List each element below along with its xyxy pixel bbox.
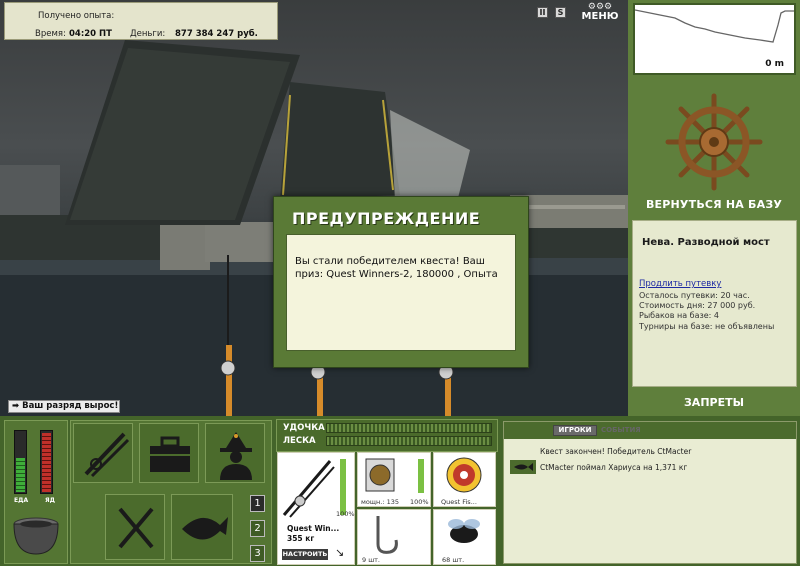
rod-tension-bar (326, 423, 492, 433)
reel-condition-bar (418, 459, 424, 493)
arrow-right-icon: ➡ (12, 401, 23, 411)
chat-panel: ИГРОКИ СОБЫТИЯ Квест закончен! Победител… (503, 421, 797, 564)
character-button[interactable] (205, 423, 265, 483)
money-value: 877 384 247 руб. (175, 29, 258, 39)
fish-icon (182, 517, 228, 540)
stats-panel: Получено опыта: Время: 04:20 ПТ Деньги: … (4, 2, 278, 40)
rod-weight: 355 кг (287, 534, 315, 543)
location-name: Нева. Разводной мост (642, 237, 770, 248)
chat-message: CtMacter поймал Хариуса на 1,371 кг (540, 463, 688, 472)
rank-up-text: Ваш разряд вырос! (22, 401, 119, 411)
line-spool-icon (446, 457, 482, 493)
fly-bait-icon (448, 519, 480, 543)
hook-icon (376, 516, 398, 554)
food-meter-fill (16, 457, 25, 492)
hook-cell[interactable]: 9 шт. (357, 509, 431, 565)
reel-power: мощн.: 135 (361, 498, 399, 506)
rod-name: Quest Win... (287, 524, 340, 533)
fish-catch-icon (510, 460, 536, 474)
bait-cell[interactable]: 68 шт. (433, 509, 496, 565)
depth-graph: 0 m (633, 3, 796, 75)
tournaments-status: Турниры на базе: не объявлены (639, 322, 775, 331)
fish-catch-button[interactable] (171, 494, 233, 560)
line-name: Quest Fis... (441, 498, 477, 506)
tab-players[interactable]: ИГРОКИ (553, 425, 597, 436)
pause-button[interactable]: II (537, 7, 548, 18)
time-value: 04:20 ПТ (69, 29, 112, 39)
tackle-box-icon (150, 436, 190, 472)
resize-arrow-icon: ↘ (335, 546, 345, 559)
anglers-count: Рыбаков на базе: 4 (639, 311, 719, 320)
location-info-panel: Нева. Разводной мост Продлить путевку Ос… (632, 220, 797, 387)
tackle-rods-button[interactable] (73, 423, 133, 483)
return-to-base-button[interactable]: ВЕРНУТЬСЯ НА БАЗУ (630, 198, 798, 211)
dialog-message: Вы стали победителем квеста! Ваш приз: Q… (286, 234, 516, 351)
bans-button[interactable]: ЗАПРЕТЫ (630, 396, 798, 409)
poison-meter (40, 430, 53, 494)
slot-1-button[interactable]: 1 (250, 495, 265, 512)
slot-2-button[interactable]: 2 (250, 520, 265, 537)
dialog-title: ПРЕДУПРЕЖДЕНИЕ (292, 209, 481, 228)
ship-wheel-icon[interactable] (664, 92, 764, 192)
reel-condition-fill (418, 459, 424, 493)
cauldron-icon[interactable] (10, 514, 62, 558)
poison-label: ЯД (45, 497, 55, 504)
reel-condition-percent: 100% (410, 498, 429, 506)
tackle-box-button[interactable] (139, 423, 199, 483)
food-meter (14, 430, 27, 494)
line-cell[interactable]: Quest Fis... (433, 452, 496, 507)
setup-button[interactable]: НАСТРОИТЬ (282, 549, 328, 560)
chat-tabs (504, 422, 796, 439)
extend-permit-link[interactable]: Продлить путевку (639, 279, 721, 289)
slot-3-button[interactable]: 3 (250, 545, 265, 562)
hook-count: 9 шт. (362, 556, 381, 564)
poison-meter-fill (42, 433, 51, 492)
food-button[interactable] (105, 494, 165, 560)
rank-up-toast[interactable]: ➡ Ваш разряд вырос! (8, 400, 120, 413)
rod-condition-percent: 100% (336, 510, 355, 518)
food-label: ЕДА (14, 497, 29, 504)
rods-icon (84, 432, 130, 478)
day-cost: Стоимость дня: 27 000 руб. (639, 301, 756, 310)
menu-label: МЕНЮ (581, 11, 619, 22)
rod-cell[interactable]: 100% Quest Win... 355 кг НАСТРОИТЬ ↘ (277, 452, 355, 565)
chat-message: Квест закончен! Победитель CtMacter (540, 447, 692, 456)
sound-button[interactable]: S (555, 7, 566, 18)
fisherman-icon (220, 432, 252, 480)
money-label: Деньги: (130, 29, 166, 39)
line-label: ЛЕСКА (283, 436, 316, 446)
knife-fork-icon (118, 507, 154, 549)
bait-count: 68 шт. (442, 556, 465, 564)
menu-button[interactable]: ⚙⚙⚙ МЕНЮ (579, 2, 621, 24)
rod-condition-bar (340, 459, 346, 515)
reel-cell[interactable]: мощн.: 135 100% (357, 452, 431, 507)
line-tension-bar (326, 436, 492, 446)
rod-label: УДОЧКА (283, 423, 325, 433)
rod-condition-fill (340, 459, 346, 515)
tab-events[interactable]: СОБЫТИЯ (601, 426, 641, 434)
gear-icon: ⚙⚙⚙ (587, 2, 613, 12)
depth-value: 0 m (765, 59, 784, 69)
time-label: Время: (35, 29, 66, 39)
warning-dialog[interactable]: ПРЕДУПРЕЖДЕНИЕ Вы стали победителем квес… (273, 196, 529, 368)
experience-label: Получено опыта: (38, 11, 115, 21)
permit-remaining: Осталось путевки: 20 час. (639, 291, 750, 300)
